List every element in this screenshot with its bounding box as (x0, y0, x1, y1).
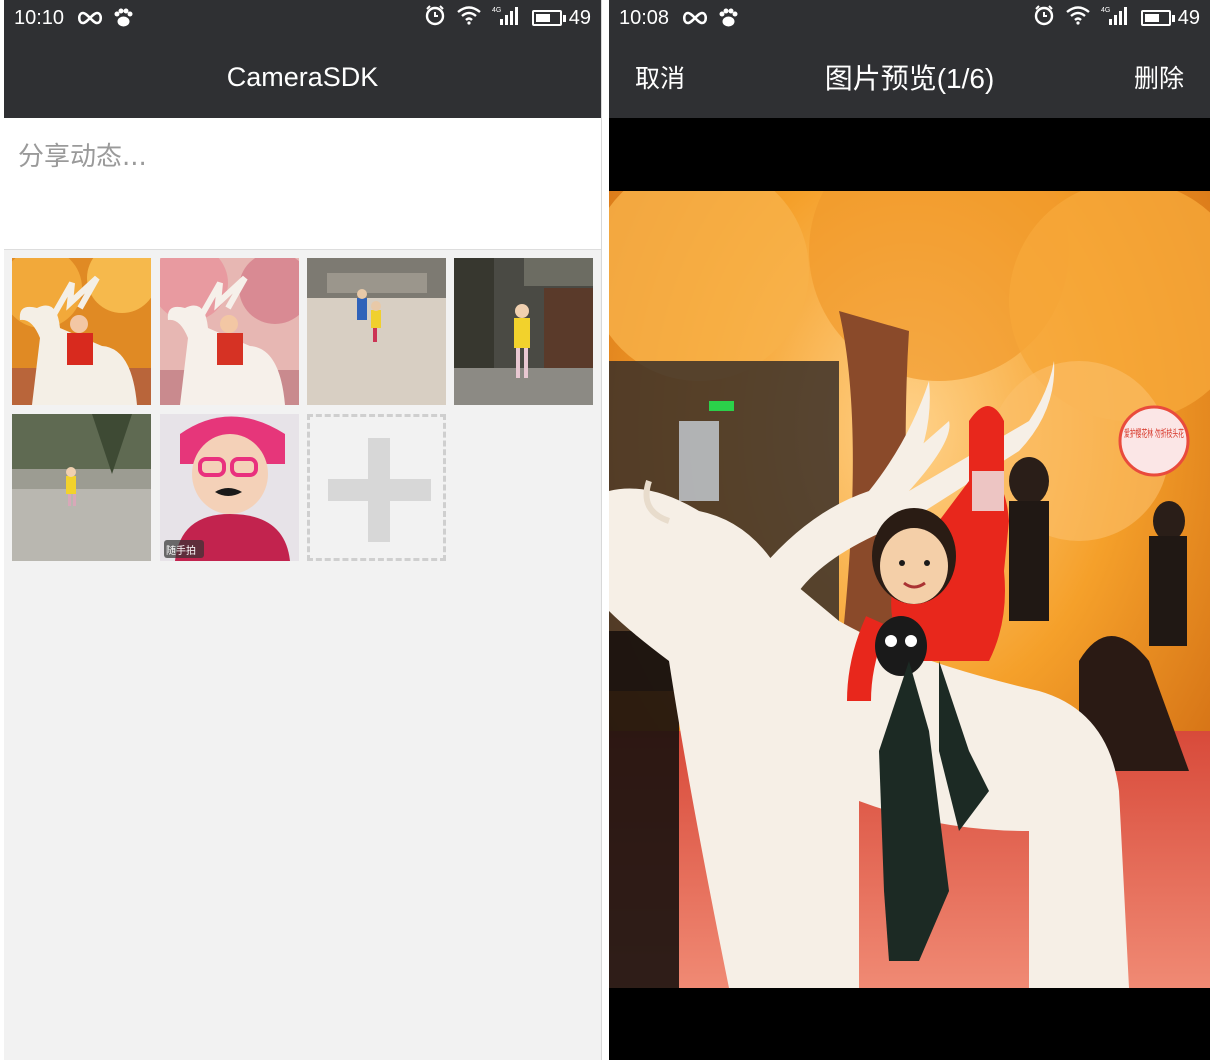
photo-thumbnail-1[interactable] (12, 258, 151, 405)
status-time-preview: 10:08 (619, 6, 670, 29)
status-bar: 10:10 4G 49 (4, 0, 601, 36)
thumbnail-watermark: 随手拍 (166, 544, 196, 557)
signal-icon: 4G (492, 4, 522, 32)
photo-thumbnail-2[interactable] (160, 258, 299, 405)
infinity-icon (76, 10, 104, 26)
sign-text: 爱护樱花林 勿折枝头花 (1124, 427, 1184, 440)
share-text-field[interactable]: 分享动态... (4, 118, 601, 250)
wifi-icon (1065, 5, 1091, 31)
preview-screen: 10:08 4G 49 取消 图片预览(1/6) 删除 爱护樱花林 (609, 0, 1210, 1060)
photo-thumbnail-4[interactable] (454, 258, 593, 405)
share-placeholder: 分享动态... (18, 142, 147, 172)
battery-level-preview: 49 (1177, 6, 1200, 29)
preview-photo[interactable]: 爱护樱花林 勿折枝头花 (609, 191, 1210, 988)
status-bar-preview: 10:08 4G 49 (609, 0, 1210, 36)
network-type-preview: 4G (1101, 7, 1110, 14)
page-title: CameraSDK (226, 61, 379, 92)
cancel-button[interactable]: 取消 (635, 59, 685, 95)
paw-icon (717, 8, 739, 28)
battery-icon: 49 (1140, 6, 1200, 30)
photo-thumbnail-6[interactable]: 随手拍 (160, 414, 299, 561)
battery-icon: 49 (531, 6, 591, 30)
delete-button[interactable]: 删除 (1134, 59, 1184, 95)
wifi-icon (456, 5, 482, 31)
plus-icon-vertical (368, 438, 390, 542)
preview-title: 图片预览(1/6) (824, 63, 995, 94)
app-title-bar: CameraSDK (4, 36, 601, 118)
signal-icon: 4G (1101, 4, 1131, 32)
preview-title-bar: 取消 图片预览(1/6) 删除 (609, 36, 1210, 118)
compose-screen: 10:10 4G 49 CameraSDK 分享动态... 随手拍 (4, 0, 602, 1060)
network-type: 4G (492, 7, 501, 14)
photo-thumbnail-3[interactable] (307, 258, 446, 405)
add-photo-button[interactable] (307, 414, 446, 561)
alarm-icon (424, 4, 446, 32)
battery-level: 49 (568, 6, 591, 29)
photo-thumbnail-5[interactable] (12, 414, 151, 561)
infinity-icon (681, 10, 709, 26)
status-time: 10:10 (14, 6, 65, 29)
alarm-icon (1033, 4, 1055, 32)
paw-icon (112, 8, 134, 28)
